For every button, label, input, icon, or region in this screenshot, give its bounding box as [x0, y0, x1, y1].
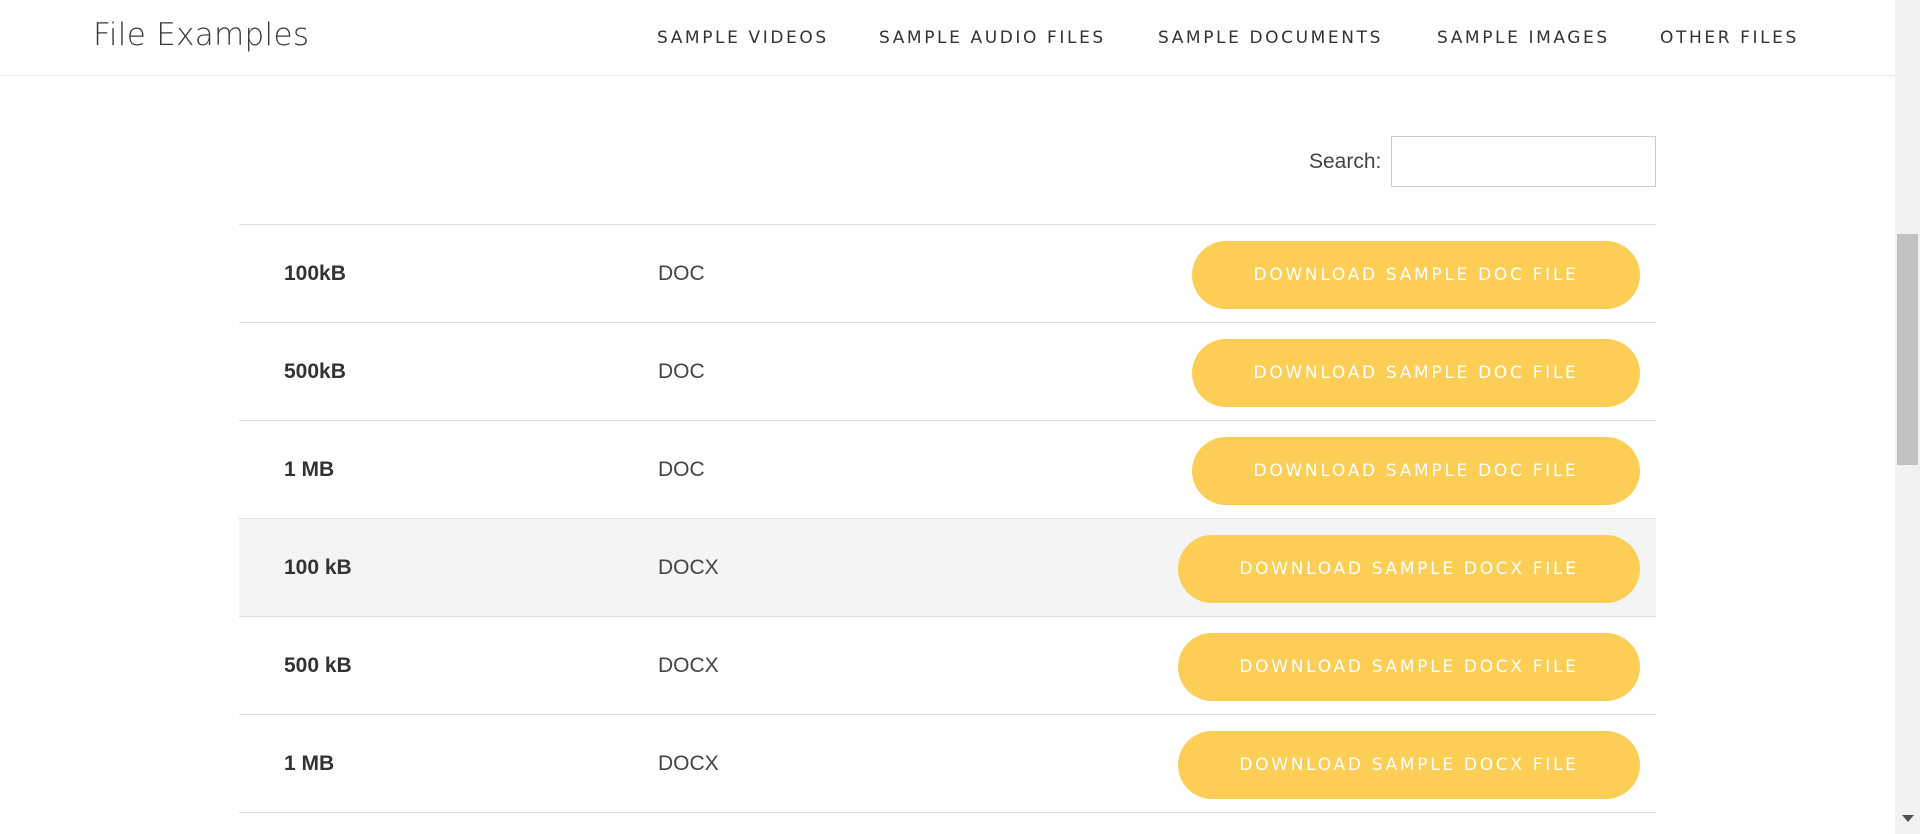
download-button[interactable]: DOWNLOAD SAMPLE DOCX FILE [1178, 633, 1640, 701]
file-type: DOCX [658, 556, 719, 579]
file-size: 1 MB [284, 752, 335, 775]
table-row: 100 kB DOCX DOWNLOAD SAMPLE DOCX FILE [239, 519, 1656, 617]
download-button[interactable]: DOWNLOAD SAMPLE DOCX FILE [1178, 535, 1640, 603]
file-type: DOC [658, 262, 705, 285]
table-row: 1 MB DOCX DOWNLOAD SAMPLE DOCX FILE [239, 715, 1656, 813]
file-type: DOCX [658, 752, 719, 775]
table-row: 100kB DOC DOWNLOAD SAMPLE DOC FILE [239, 225, 1656, 323]
table-row: 500kB DOC DOWNLOAD SAMPLE DOC FILE [239, 323, 1656, 421]
file-size: 1 MB [284, 458, 335, 481]
nav-sample-audio-files[interactable]: SAMPLE AUDIO FILES [879, 28, 1106, 48]
download-button[interactable]: DOWNLOAD SAMPLE DOC FILE [1192, 437, 1640, 505]
file-size: 100 kB [284, 556, 352, 579]
files-table: 100kB DOC DOWNLOAD SAMPLE DOC FILE 500kB… [239, 224, 1656, 813]
file-size: 100kB [284, 262, 346, 285]
page-scrollbar[interactable] [1895, 0, 1920, 834]
nav-sample-images[interactable]: SAMPLE IMAGES [1437, 28, 1610, 48]
file-size: 500kB [284, 360, 346, 383]
search-label: Search: [1309, 150, 1382, 173]
nav-other-files[interactable]: OTHER FILES [1660, 28, 1799, 48]
nav-sample-videos[interactable]: SAMPLE VIDEOS [657, 28, 829, 48]
nav-sample-documents[interactable]: SAMPLE DOCUMENTS [1158, 28, 1383, 48]
search-input[interactable] [1391, 136, 1656, 187]
table-row: 1 MB DOC DOWNLOAD SAMPLE DOC FILE [239, 421, 1656, 519]
download-button[interactable]: DOWNLOAD SAMPLE DOC FILE [1192, 241, 1640, 309]
download-button[interactable]: DOWNLOAD SAMPLE DOC FILE [1192, 339, 1640, 407]
file-type: DOCX [658, 654, 719, 677]
file-size: 500 kB [284, 654, 352, 677]
main-nav: SAMPLE VIDEOS SAMPLE AUDIO FILES SAMPLE … [0, 28, 1895, 52]
site-header: File Examples SAMPLE VIDEOS SAMPLE AUDIO… [0, 0, 1895, 76]
file-type: DOC [658, 458, 705, 481]
scroll-down-arrow-icon[interactable] [1902, 815, 1914, 822]
download-button[interactable]: DOWNLOAD SAMPLE DOCX FILE [1178, 731, 1640, 799]
file-type: DOC [658, 360, 705, 383]
table-row: 500 kB DOCX DOWNLOAD SAMPLE DOCX FILE [239, 617, 1656, 715]
scrollbar-thumb[interactable] [1897, 234, 1918, 465]
